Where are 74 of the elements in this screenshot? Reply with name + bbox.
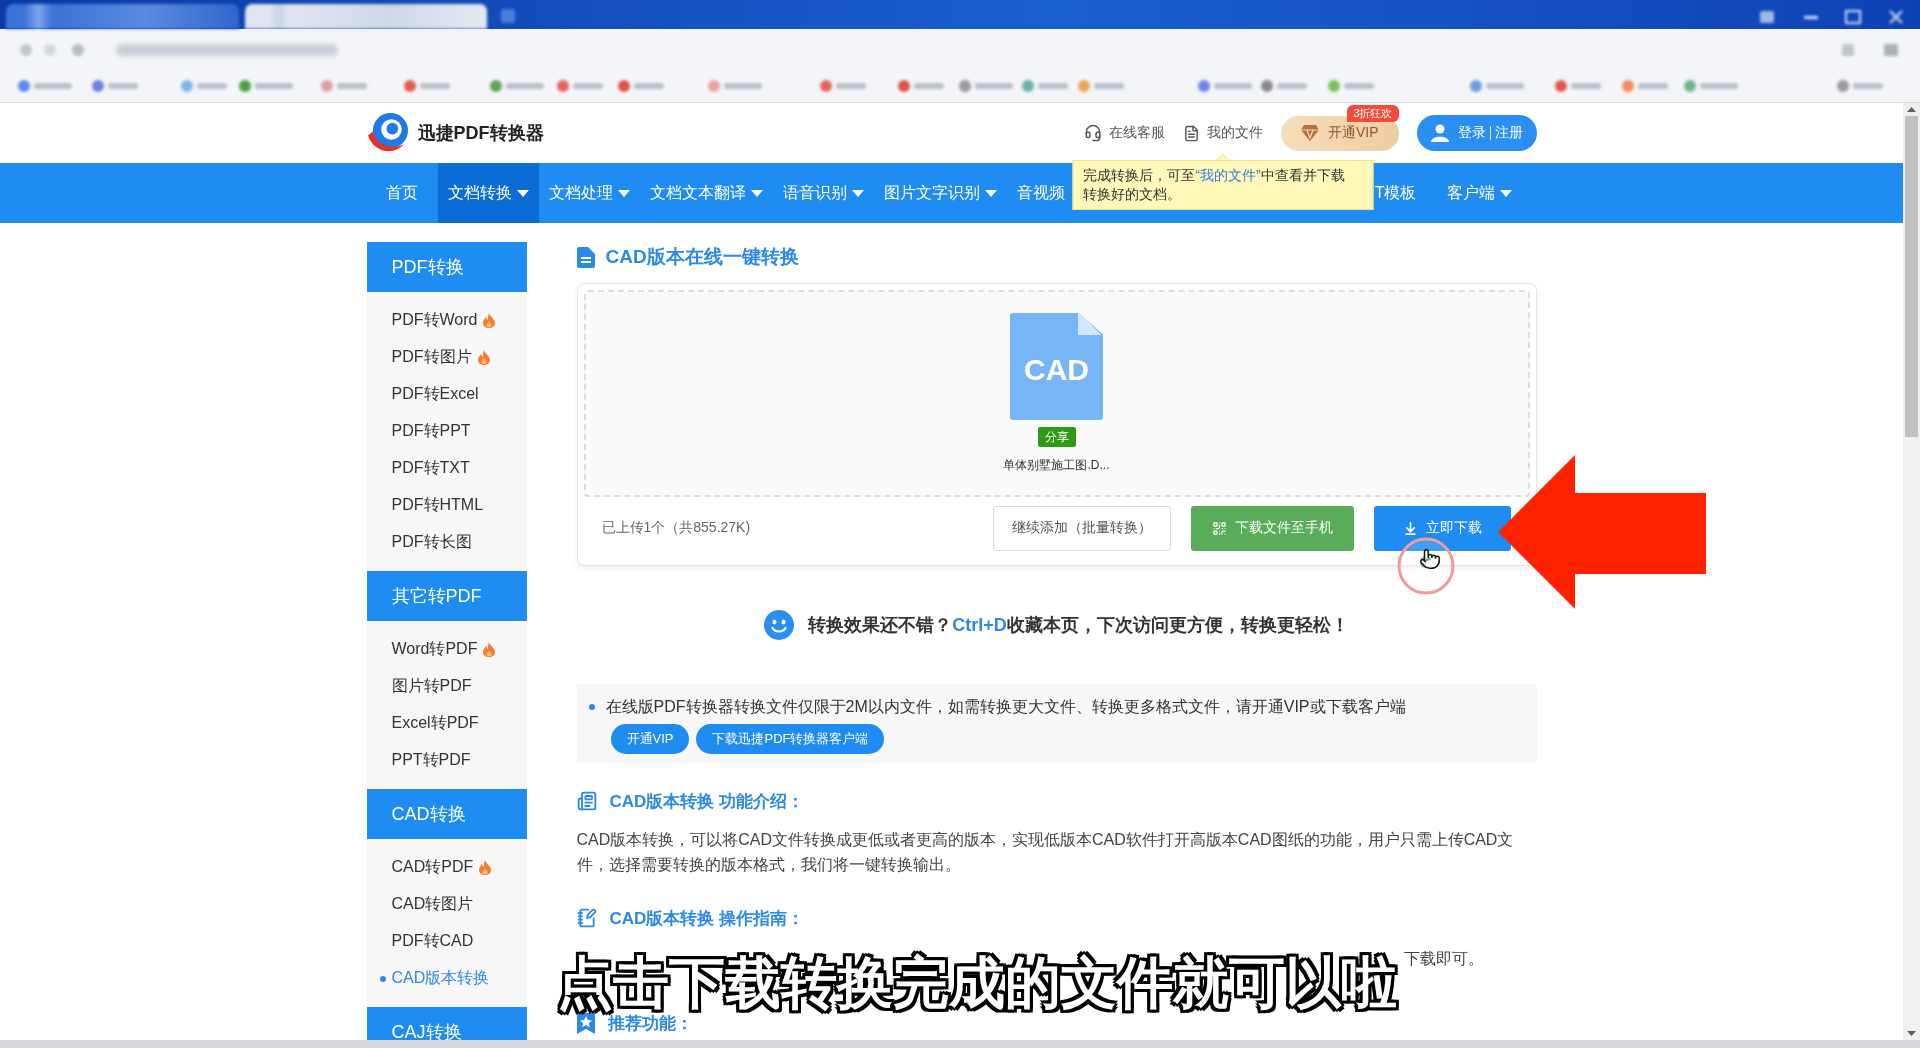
sidebar-item[interactable]: PDF转CAD: [366, 923, 527, 960]
sidebar-item[interactable]: PDF转Word: [366, 302, 527, 339]
nav-item[interactable]: 图片文字识别: [873, 163, 1007, 223]
drop-zone[interactable]: CAD 分享 单体别墅施工图.D...: [583, 290, 1530, 497]
section-text: CAD版本转换，可以将CAD文件转换成更低或者更高的版本，实现低版本CAD软件打开高版本CAD图纸的功能，用户只需上传CAD文件，选择需要转换的版本格式，我们将一键转换输出。: [576, 830, 1515, 875]
upload-status: 已上传1个（共855.27K): [601, 519, 751, 537]
cad-file-thumbnail: CAD: [1010, 313, 1103, 420]
upload-action-button[interactable]: 下载文件至手机: [1190, 505, 1354, 551]
sidebar-item[interactable]: PDF转Excel: [366, 376, 527, 413]
nav-item[interactable]: 首页: [375, 163, 428, 223]
my-files-link[interactable]: “我的文件”: [1195, 167, 1261, 183]
sidebar-item[interactable]: PDF转HTML: [366, 487, 527, 524]
left-arrow-icon: [1497, 455, 1706, 609]
nav-item[interactable]: 文档转换: [437, 163, 539, 223]
header-link[interactable]: 我的文件: [1182, 124, 1263, 142]
newspaper-icon: [576, 791, 597, 811]
user-icon: [1430, 124, 1449, 142]
section-text: 下载即可。: [1403, 949, 1484, 969]
brand-name: 迅捷PDF转换器: [417, 122, 544, 145]
account-link[interactable]: 登录: [1457, 124, 1486, 142]
document-icon: [1182, 124, 1200, 142]
sidebar-item[interactable]: CAD转图片: [366, 886, 527, 923]
nav-item[interactable]: 文档文本翻译: [639, 163, 773, 223]
new-tab-icon[interactable]: [501, 9, 515, 23]
sidebar-item[interactable]: PDF转TXT: [366, 450, 527, 487]
tooltip: 完成转换后，可至“我的文件”中查看并下载转换好的文档。: [1072, 160, 1374, 210]
bookmark-tip: 转换效果还不错？Ctrl+D收藏本页，下次访问更方便，转换更轻松！: [808, 614, 1349, 637]
sidebar-item[interactable]: CAD转PDF: [366, 849, 527, 886]
section-title: CAD版本转换 操作指南：: [609, 907, 805, 930]
sidebar-item[interactable]: PDF转PPT: [366, 413, 527, 450]
address-field[interactable]: [116, 43, 338, 56]
browser-tab[interactable]: [6, 4, 239, 29]
section-title: CAD版本转换 功能介绍：: [609, 790, 805, 813]
nav-item[interactable]: 音视频: [1006, 163, 1075, 223]
sidebar-item[interactable]: CAD版本转换: [366, 960, 527, 997]
notebook-pen-icon: [576, 908, 597, 928]
logo-icon: [366, 112, 410, 154]
video-caption: 点击下载转换完成的文件就可以啦: [556, 952, 1400, 1014]
sidebar-item[interactable]: PDF转图片: [366, 339, 527, 376]
download-icon: [1402, 520, 1418, 536]
notice-button[interactable]: 开通VIP: [610, 724, 690, 754]
browser-tab[interactable]: [245, 4, 487, 29]
notice-button[interactable]: 下载迅捷PDF转换器客户端: [696, 724, 885, 754]
notice-text: 在线版PDF转换器转换文件仅限于2M以内文件，如需转换更大文件、转换更多格式文件，请开通VIP或下载客户端: [605, 697, 1406, 717]
sidebar-item[interactable]: Word转PDF: [366, 631, 527, 668]
page-title: CAD版本在线一键转换: [605, 245, 799, 269]
upload-action-button[interactable]: 立即下载: [1373, 505, 1511, 551]
sidebar-heading[interactable]: 其它转PDF: [366, 571, 527, 621]
bullet-icon: [379, 975, 386, 982]
sidebar-heading[interactable]: PDF转换: [366, 242, 527, 292]
bullet-icon: [588, 704, 595, 710]
scrollbar-thumb[interactable]: [1905, 116, 1918, 437]
document-icon: [576, 246, 595, 268]
header-link[interactable]: 在线客服: [1083, 124, 1165, 142]
sidebar-item[interactable]: PPT转PDF: [366, 742, 527, 779]
scroll-up-icon[interactable]: [1907, 107, 1916, 112]
sidebar-heading[interactable]: CAJ转换: [366, 1007, 527, 1040]
sidebar-item[interactable]: Excel转PDF: [366, 705, 527, 742]
diamond-icon: [1300, 125, 1319, 141]
scroll-down-icon[interactable]: [1907, 1031, 1916, 1036]
sidebar-item[interactable]: PDF转长图: [366, 524, 527, 561]
sidebar-item[interactable]: 图片转PDF: [366, 668, 527, 705]
headset-icon: [1083, 124, 1102, 142]
nav-item[interactable]: 客户端: [1436, 163, 1522, 223]
share-tag: 分享: [1037, 427, 1076, 447]
account-link[interactable]: 注册: [1494, 124, 1523, 142]
nav-item[interactable]: 语音识别: [772, 163, 874, 223]
smiley-icon: [764, 610, 795, 640]
nav-item[interactable]: 文档处理: [538, 163, 640, 223]
discount-badge: 3折狂欢: [1347, 104, 1399, 122]
sidebar-heading[interactable]: CAD转换: [366, 789, 527, 839]
file-name: 单体别墅施工图.D...: [1003, 457, 1110, 474]
upload-action-button[interactable]: 继续添加（批量转换）: [992, 505, 1171, 551]
qr-code-icon: [1211, 520, 1227, 536]
